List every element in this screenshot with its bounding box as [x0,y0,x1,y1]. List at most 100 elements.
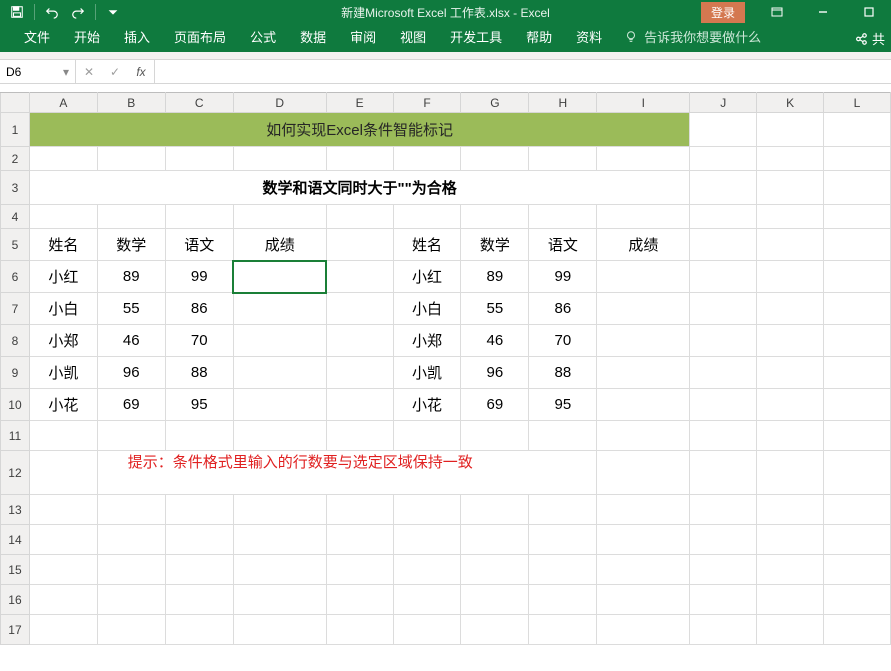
cell[interactable] [461,495,529,525]
col-header[interactable]: A [29,93,97,113]
cell[interactable] [597,495,690,525]
cell[interactable] [757,555,824,585]
tab-formulas[interactable]: 公式 [238,21,288,52]
cell[interactable] [597,555,690,585]
cell[interactable] [690,113,757,147]
select-all-corner[interactable] [1,93,30,113]
cell[interactable] [757,205,824,229]
enter-formula-icon[interactable]: ✓ [102,65,128,79]
cell-header-grade[interactable]: 成绩 [233,229,326,261]
cell[interactable] [690,357,757,389]
cell-header-math[interactable]: 数学 [97,229,165,261]
cell[interactable] [824,325,891,357]
cell[interactable]: 88 [165,357,233,389]
active-cell[interactable] [233,261,326,293]
cell[interactable] [597,525,690,555]
row-header[interactable]: 3 [1,171,30,205]
tab-review[interactable]: 审阅 [338,21,388,52]
cell[interactable] [393,147,461,171]
cell[interactable] [29,451,97,495]
cell[interactable] [824,261,891,293]
cell[interactable] [690,205,757,229]
cell[interactable] [165,615,233,645]
cell[interactable] [326,325,393,357]
tab-data[interactable]: 数据 [288,21,338,52]
cell[interactable] [29,525,97,555]
cell[interactable]: 小花 [393,389,461,421]
cell[interactable] [824,495,891,525]
cell[interactable]: 小花 [29,389,97,421]
col-header[interactable]: F [393,93,461,113]
cell[interactable] [461,585,529,615]
cell[interactable] [233,147,326,171]
cell[interactable] [597,357,690,389]
cell[interactable]: 小白 [29,293,97,325]
cell[interactable] [233,555,326,585]
col-header[interactable]: C [165,93,233,113]
col-header[interactable]: B [97,93,165,113]
cell[interactable] [757,261,824,293]
cell[interactable] [326,421,393,451]
cell[interactable] [393,555,461,585]
cell[interactable] [597,205,690,229]
cell[interactable] [690,147,757,171]
cell[interactable] [461,615,529,645]
tab-insert[interactable]: 插入 [112,21,162,52]
cell[interactable] [233,389,326,421]
col-header[interactable]: L [824,93,891,113]
tell-me[interactable]: 告诉我你想要做什么 [614,21,771,52]
cell[interactable] [597,147,690,171]
cell[interactable] [326,495,393,525]
cell[interactable]: 88 [529,357,597,389]
row-header[interactable]: 11 [1,421,30,451]
row-header[interactable]: 7 [1,293,30,325]
cell[interactable] [29,615,97,645]
cell[interactable] [824,451,891,495]
row-header[interactable]: 6 [1,261,30,293]
cell[interactable] [393,615,461,645]
name-box[interactable]: D6 ▾ [0,60,76,83]
row-header[interactable]: 10 [1,389,30,421]
cell[interactable] [326,389,393,421]
row-header[interactable]: 5 [1,229,30,261]
cell[interactable]: 70 [529,325,597,357]
col-header[interactable]: I [597,93,690,113]
cell[interactable]: 99 [165,261,233,293]
cell[interactable] [824,357,891,389]
cell[interactable] [597,293,690,325]
qat-customize-icon[interactable] [102,2,124,22]
cell[interactable] [690,229,757,261]
cell[interactable]: 96 [97,357,165,389]
row-header[interactable]: 14 [1,525,30,555]
cell[interactable] [757,585,824,615]
tab-help[interactable]: 帮助 [514,21,564,52]
cell[interactable]: 69 [97,389,165,421]
chevron-down-icon[interactable]: ▾ [63,65,69,79]
col-header[interactable]: G [461,93,529,113]
cell-header-name[interactable]: 姓名 [393,229,461,261]
cell[interactable] [97,585,165,615]
cell[interactable] [690,525,757,555]
cell[interactable]: 89 [97,261,165,293]
cell[interactable]: 55 [97,293,165,325]
cell[interactable] [824,171,891,205]
cell[interactable]: 小白 [393,293,461,325]
col-header[interactable]: H [529,93,597,113]
cell[interactable] [690,421,757,451]
cell[interactable] [97,495,165,525]
cell[interactable] [597,615,690,645]
cell[interactable] [326,229,393,261]
row-header[interactable]: 15 [1,555,30,585]
cell[interactable] [757,451,824,495]
cell[interactable] [233,615,326,645]
cell[interactable] [824,421,891,451]
cell[interactable] [326,205,393,229]
tab-pagelayout[interactable]: 页面布局 [162,21,238,52]
worksheet-grid[interactable]: A B C D E F G H I J K L 1 如何实现Excel条件智能标… [0,92,891,645]
cell[interactable] [97,555,165,585]
cell[interactable] [29,421,97,451]
cell[interactable] [233,585,326,615]
cell[interactable] [757,325,824,357]
cell[interactable] [461,205,529,229]
sheet-subtitle[interactable]: 数学和语文同时大于""为合格 [29,171,689,205]
